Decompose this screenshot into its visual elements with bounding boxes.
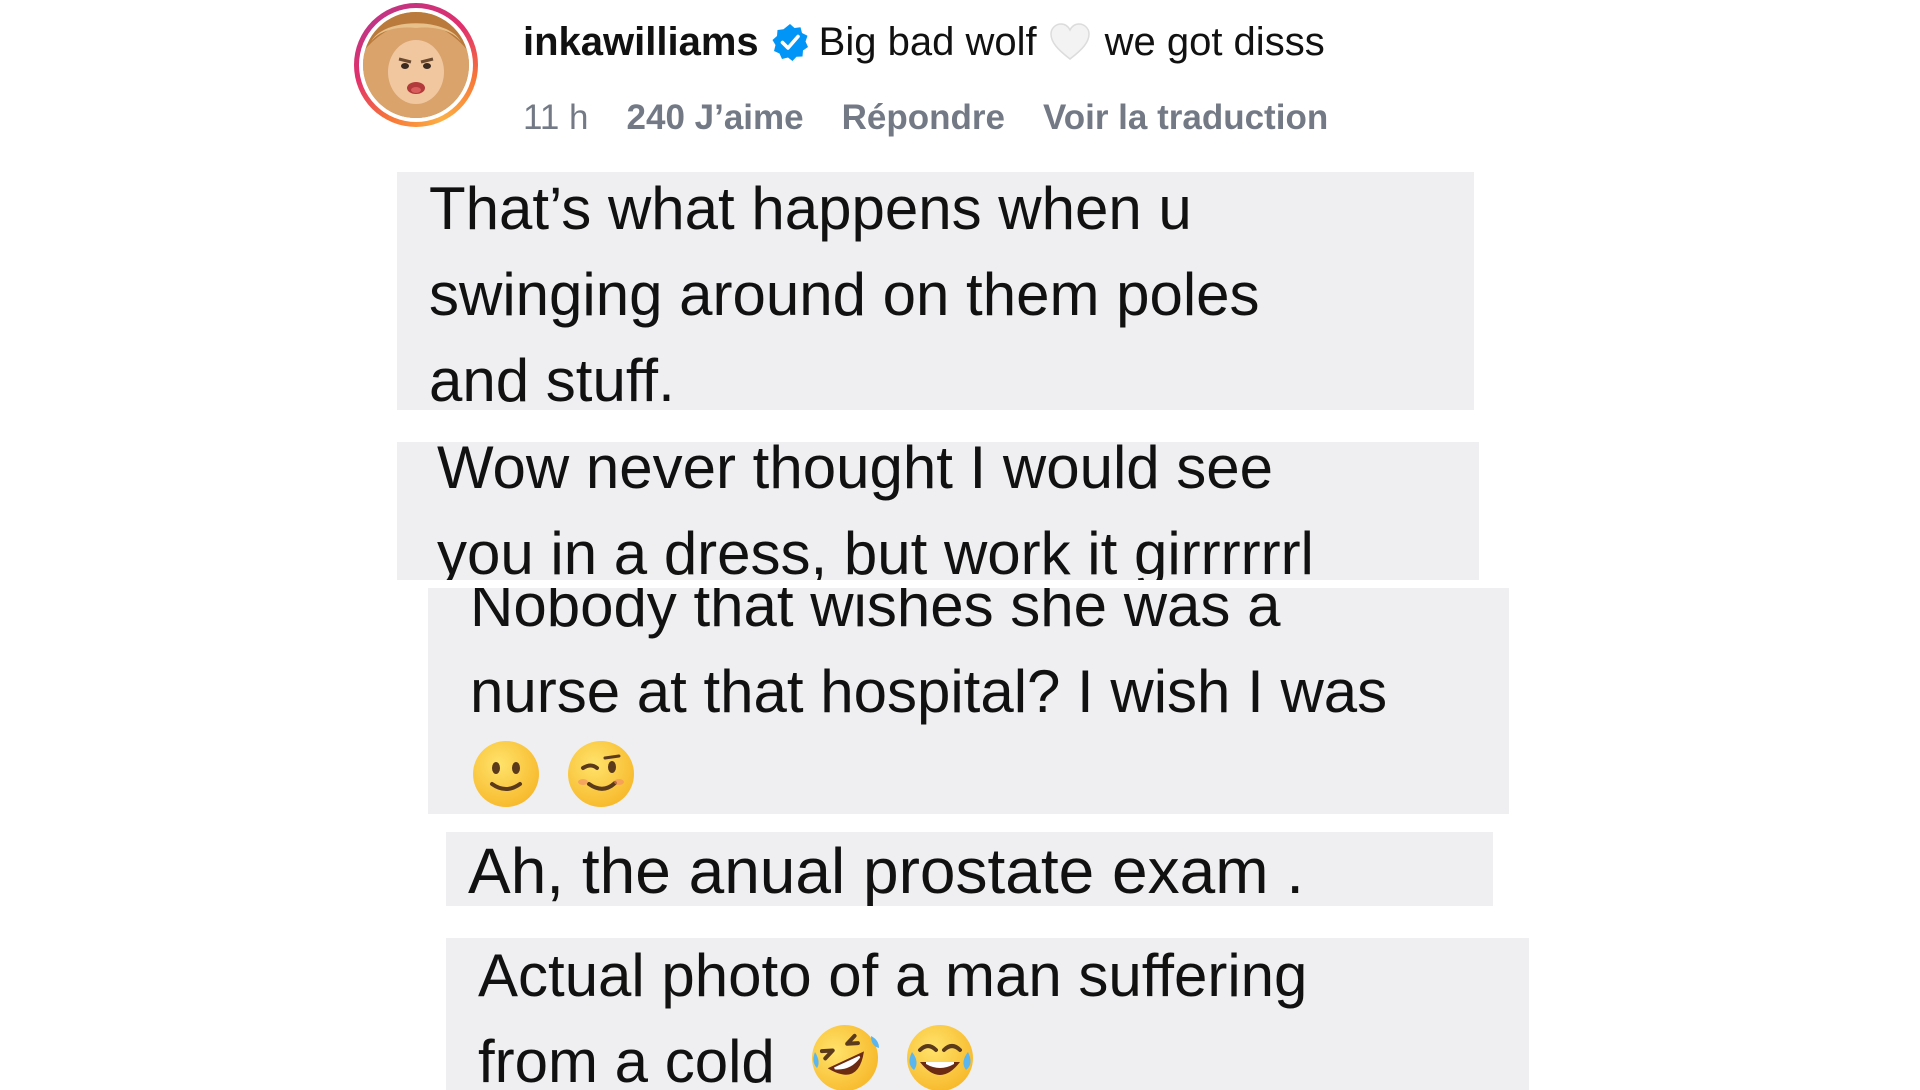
reply-line: you in a dress, but work it girrrrrrl <box>437 520 1314 580</box>
reply-emoji-line <box>470 735 1509 814</box>
username-link[interactable]: inkawilliams <box>523 20 759 65</box>
reply-line-with-emoji: from a cold <box>478 1019 1529 1090</box>
reply-text: Nobody that wishes she was a nurse at th… <box>470 588 1509 814</box>
reply-line: Nobody that wishes she was a <box>470 588 1281 639</box>
verified-badge-icon <box>770 22 810 62</box>
reply-button[interactable]: Répondre <box>842 98 1005 138</box>
reply-line: Actual photo of a man suffering <box>478 942 1308 1009</box>
reply-line: and stuff. <box>429 347 675 410</box>
comment-header: inkawilliams Big bad wolf we got disss <box>523 14 1325 70</box>
avatar-border <box>359 8 473 122</box>
reply-line: swinging around on them poles <box>429 261 1260 328</box>
reply-comment-2: Wow never thought I would see you in a d… <box>397 442 1479 580</box>
reply-comment-1: That’s what happens when u swinging arou… <box>397 172 1474 410</box>
comment-meta: 11 h 240 J’aime Répondre Voir la traduct… <box>523 98 1366 138</box>
winking-face-icon <box>565 738 637 810</box>
reply-line: That’s what happens when u <box>429 175 1192 242</box>
avatar-story-ring[interactable] <box>354 3 478 127</box>
reply-text: That’s what happens when u swinging arou… <box>429 172 1474 410</box>
reply-text: Wow never thought I would see you in a d… <box>437 442 1479 580</box>
reply-line: nurse at that hospital? I wish I was <box>470 658 1388 725</box>
reply-comment-4: Ah, the anual prostate exam . <box>446 832 1493 906</box>
comment-text-part-2: we got disss <box>1104 19 1325 64</box>
reply-line: from a cold <box>478 1028 775 1090</box>
avatar[interactable] <box>363 12 469 118</box>
reply-comment-3: Nobody that wishes she was a nurse at th… <box>428 588 1509 814</box>
likes-count-link[interactable]: 240 J’aime <box>627 98 804 138</box>
slightly-smiling-face-icon <box>470 738 542 810</box>
white-heart-icon <box>1049 22 1091 62</box>
reply-comment-5: Actual photo of a man suffering from a c… <box>446 938 1529 1090</box>
comment-timestamp[interactable]: 11 h <box>523 98 589 138</box>
avatar-face-icon <box>363 12 469 118</box>
comment-text-part-1: Big bad wolf <box>818 19 1037 64</box>
reply-line: Wow never thought I would see <box>437 442 1274 501</box>
reply-line: Ah, the anual prostate exam . <box>468 835 1305 906</box>
reply-text: Actual photo of a man suffering from a c… <box>478 938 1529 1090</box>
see-translation-button[interactable]: Voir la traduction <box>1043 98 1328 138</box>
